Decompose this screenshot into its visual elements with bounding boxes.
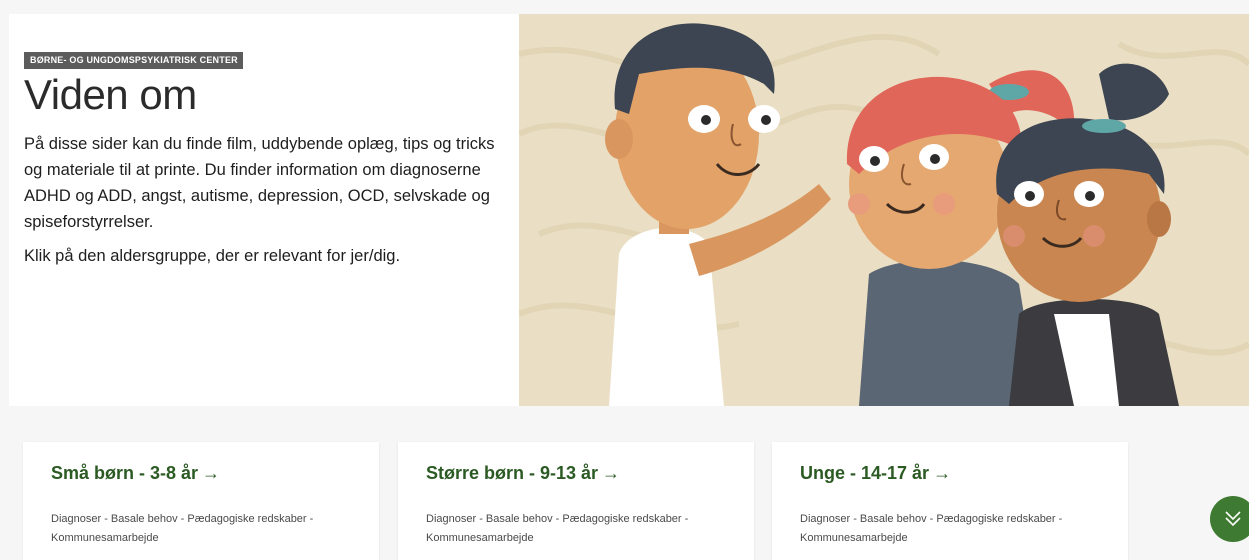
intro-text: På disse sider kan du finde film, uddybe… — [24, 135, 495, 231]
arrow-right-icon: → — [933, 463, 952, 483]
page: BØRNE- OG UNGDOMSPSYKIATRISK CENTER Vide… — [0, 0, 1249, 560]
arrow-right-icon: → — [602, 463, 621, 483]
card-title-text: Små børn - 3-8 år — [51, 463, 199, 483]
category-badge: BØRNE- OG UNGDOMSPSYKIATRISK CENTER — [24, 52, 243, 69]
card-description: Diagnoser - Basale behov - Pædagogiske r… — [426, 513, 689, 544]
card-youth[interactable]: Unge - 14-17 år → Diagnoser - Basale beho… — [772, 442, 1128, 560]
card-title[interactable]: Unge - 14-17 år → — [800, 462, 1100, 484]
instruction-text: Klik på den aldersgruppe, der er relevan… — [24, 247, 401, 265]
hero-text: BØRNE- OG UNGDOMSPSYKIATRISK CENTER Vide… — [24, 50, 504, 269]
card-bigger-children[interactable]: Større børn - 9-13 år → Diagnoser - Basal… — [398, 442, 754, 560]
double-chevron-down-icon — [1225, 511, 1241, 527]
card-description: Diagnoser - Basale behov - Pædagogiske r… — [800, 513, 1063, 544]
children-illustration-icon — [519, 14, 1249, 406]
card-small-children[interactable]: Små børn - 3-8 år → Diagnoser - Basale be… — [23, 442, 379, 560]
hero-illustration — [519, 14, 1249, 406]
arrow-right-icon: → — [202, 463, 221, 483]
card-title[interactable]: Små børn - 3-8 år → — [51, 462, 351, 484]
card-title-text: Unge - 14-17 år — [800, 463, 930, 483]
hero-section: BØRNE- OG UNGDOMSPSYKIATRISK CENTER Vide… — [9, 14, 1249, 406]
page-title: Viden om — [24, 71, 197, 118]
card-description: Diagnoser - Basale behov - Pædagogiske r… — [51, 513, 314, 544]
scroll-down-button[interactable] — [1210, 496, 1249, 542]
card-title[interactable]: Større børn - 9-13 år → — [426, 462, 726, 484]
card-title-text: Større børn - 9-13 år — [426, 463, 599, 483]
